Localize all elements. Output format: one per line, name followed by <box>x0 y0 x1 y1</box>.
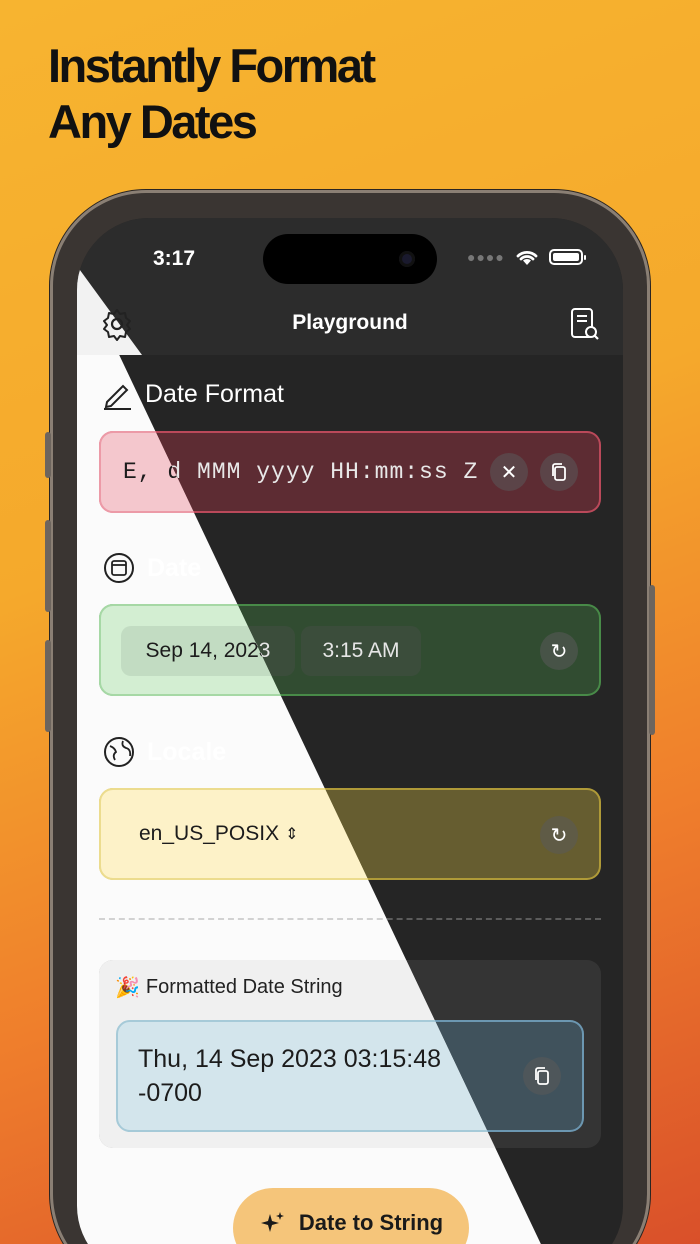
phone-power-button <box>649 585 655 735</box>
formatted-date-output-light: Thu, 14 Sep 2023 03:15:48 -0700 <box>138 1045 442 1107</box>
result-header-light: 🎉 Formatted Date String <box>115 975 343 1000</box>
reset-locale-button[interactable]: ↻ <box>540 816 578 854</box>
phone-volume-down <box>45 640 51 732</box>
headline-line-1: Instantly Format <box>48 39 376 92</box>
phone-volume-up <box>45 520 51 612</box>
chevron-up-down-icon: ⇕ <box>285 826 299 843</box>
dynamic-island <box>263 234 437 284</box>
refresh-icon: ↻ <box>550 640 568 663</box>
clear-format-button[interactable]: ✕ <box>490 453 528 491</box>
locale-value-light: en_US_POSIX <box>139 822 280 845</box>
result-label-light: Formatted Date String <box>145 976 343 998</box>
close-icon: ✕ <box>500 461 518 484</box>
status-time: 3:17 <box>153 247 196 270</box>
copy-result-button[interactable] <box>523 1057 561 1095</box>
copy-format-button[interactable] <box>540 453 578 491</box>
battery-icon <box>548 249 586 265</box>
headline-line-2: Any Dates <box>48 95 258 148</box>
headline: Instantly Format Any Dates <box>48 38 376 150</box>
locale-selector-light: en_US_POSIX ⇕ <box>139 822 299 846</box>
status-icons: ●●●● <box>467 248 586 266</box>
refresh-icon: ↻ <box>550 824 568 847</box>
date-format-label: Date Format <box>145 379 284 408</box>
phone-mute-switch <box>45 432 51 478</box>
document-search-icon <box>571 308 599 340</box>
time-picker[interactable]: 3:15 AM <box>301 626 421 676</box>
reset-date-button[interactable]: ↻ <box>540 632 578 670</box>
app-screen: 3:17 ●●●● Playground Date Format E, d MM… <box>77 218 623 1244</box>
party-popper-icon: 🎉 <box>115 977 140 999</box>
copy-icon <box>552 463 566 481</box>
camera-icon <box>399 251 415 267</box>
wifi-icon <box>516 251 538 265</box>
signal-icon: ●●●● <box>467 249 505 265</box>
nav-title: Playground <box>292 311 408 334</box>
document-search-button[interactable] <box>566 306 602 342</box>
copy-icon <box>535 1067 549 1085</box>
